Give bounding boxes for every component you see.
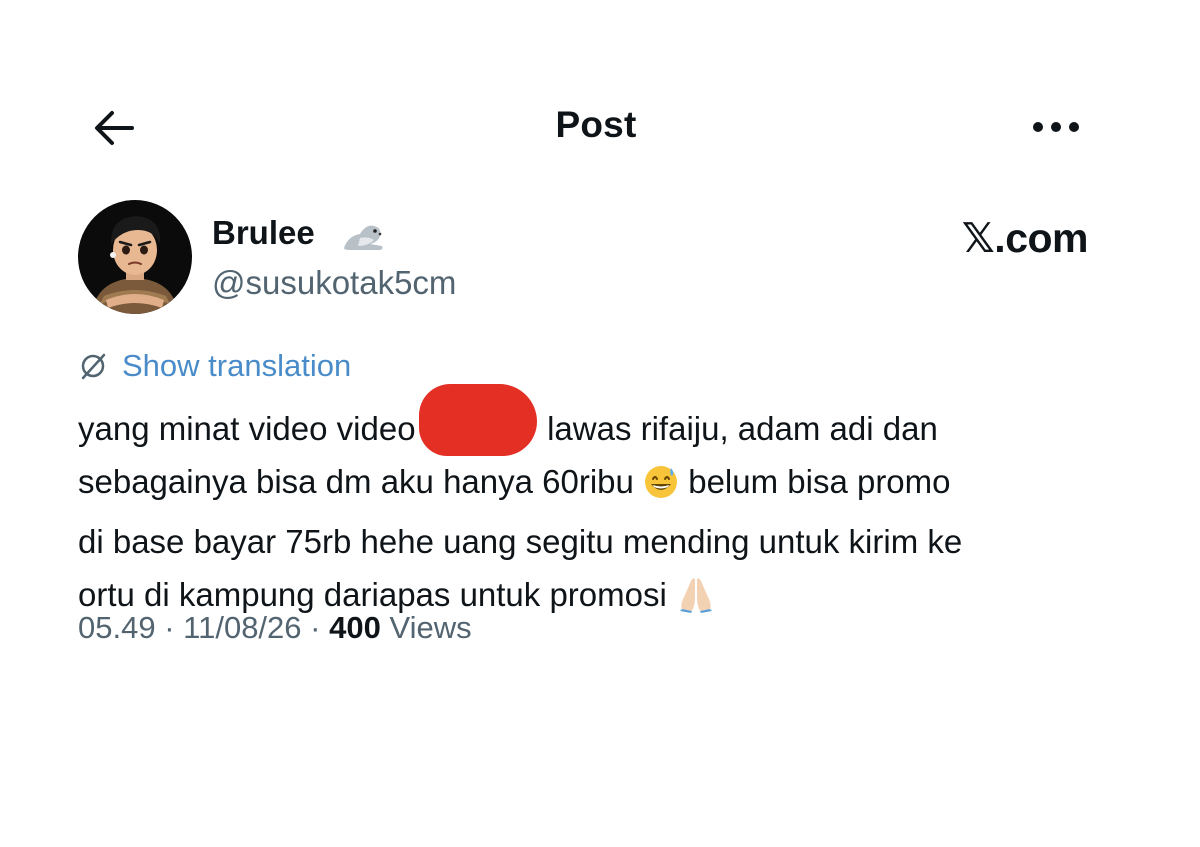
- show-translation-label: Show translation: [122, 348, 352, 383]
- post-text-line2-end: belum bisa promo: [679, 463, 951, 500]
- cartoon-avatar: [78, 200, 192, 314]
- top-bar: Post: [78, 80, 1138, 175]
- page-title: Post: [555, 104, 637, 145]
- post-text-line3: di base bayar 75rb hehe uang segitu mend…: [78, 523, 963, 560]
- folded-hands-emoji-icon: [676, 575, 716, 628]
- globe-icon: [81, 353, 106, 380]
- redacted-word: b: [418, 384, 547, 456]
- views-count[interactable]: 400: [329, 610, 381, 645]
- more-horizontal-icon: [1033, 122, 1079, 132]
- post-text: yang minat video video blawas rifaiju, a…: [78, 384, 1088, 628]
- post-card: Post Brulee @susukotak5cm 𝕏.com Show tra…: [78, 80, 1138, 645]
- post-meta: 05.49 · 11/08/26 · 400 Views: [78, 610, 472, 646]
- post-time: 05.49: [78, 610, 156, 645]
- author-handle[interactable]: @susukotak5cm: [212, 264, 456, 302]
- grinning-sweat-emoji-icon: [643, 462, 679, 515]
- redaction-blob: [418, 384, 537, 456]
- xcom-watermark: 𝕏.com: [961, 215, 1089, 261]
- more-options-button[interactable]: [1028, 110, 1088, 144]
- meta-separator: ·: [310, 610, 321, 645]
- post-text-line2-start: sebagainya bisa dm aku hanya 60ribu: [78, 463, 644, 500]
- seal-emoji-icon: [340, 216, 388, 256]
- post-text-line4: ortu di kampung dariapas untuk promosi: [78, 576, 676, 613]
- avatar[interactable]: [78, 200, 192, 314]
- post-text-line1-end: lawas rifaiju, adam adi dan: [547, 410, 938, 447]
- meta-separator: ·: [164, 610, 175, 645]
- views-label[interactable]: Views: [389, 610, 471, 645]
- post-date: 11/08/26: [183, 610, 302, 645]
- post-text-line1-start: yang minat video video: [78, 410, 425, 447]
- author-display-name[interactable]: Brulee: [212, 214, 315, 252]
